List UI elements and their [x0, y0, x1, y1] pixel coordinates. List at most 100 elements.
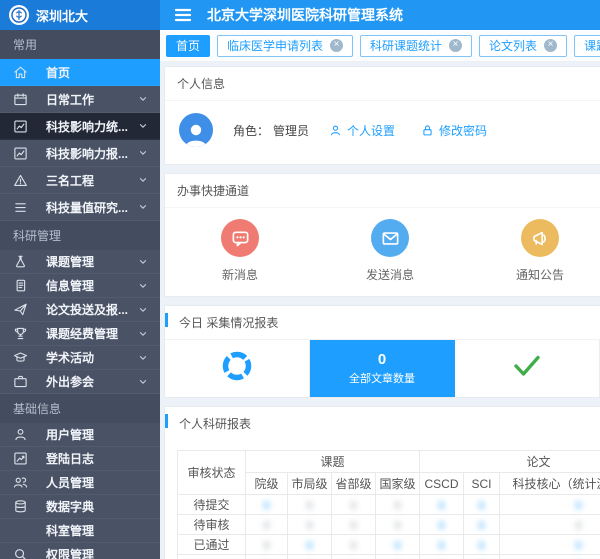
tab[interactable]: 科研课题统计×: [360, 35, 472, 57]
table-cell-blurred[interactable]: 0: [500, 535, 600, 555]
table-cell-blurred[interactable]: 0: [464, 555, 500, 559]
tab-close-icon[interactable]: ×: [544, 39, 557, 52]
tab-close-icon[interactable]: ×: [449, 39, 462, 52]
megaphone-icon: [521, 219, 559, 257]
sidebar-item[interactable]: 登陆日志: [0, 447, 160, 471]
sidebar-item[interactable]: 科室管理: [0, 519, 160, 543]
flask-icon: [13, 254, 29, 269]
sidebar-item[interactable]: 科技影响力统...: [0, 113, 160, 140]
table-cell-blurred[interactable]: 0: [288, 535, 332, 555]
log-chart-icon: [13, 451, 29, 466]
send-icon: [13, 302, 29, 317]
col-header: 省部级: [332, 473, 376, 495]
sidebar-item-label: 课题经费管理: [46, 325, 137, 342]
article-count-card: 0全部文章数量: [310, 340, 455, 397]
col-header: 国家级: [376, 473, 420, 495]
table-cell-blurred[interactable]: 0: [464, 535, 500, 555]
sidebar-item[interactable]: 权限管理: [0, 543, 160, 559]
sidebar-item[interactable]: 信息管理: [0, 274, 160, 298]
trophy-icon: [13, 326, 29, 341]
sidebar-item[interactable]: 外出参会: [0, 370, 160, 394]
quick-channel-label: 新消息: [165, 266, 315, 283]
sidebar-item[interactable]: 人员管理: [0, 471, 160, 495]
search-icon: [13, 547, 29, 559]
quick-channel-item[interactable]: 发送消息: [315, 219, 465, 283]
list-icon: [13, 200, 29, 215]
tab[interactable]: 论文列表 ×: [479, 35, 567, 57]
row-label: 已退回: [178, 555, 246, 559]
table-cell-blurred: 0: [246, 515, 288, 535]
table-cell-blurred[interactable]: 0: [464, 515, 500, 535]
home-icon: [13, 65, 29, 80]
chevron-down-icon: [137, 352, 149, 364]
table-cell-blurred[interactable]: 0: [500, 495, 600, 515]
sidebar-item-label: 论文投送及报...: [46, 301, 137, 318]
table-cell-blurred[interactable]: 0: [420, 535, 464, 555]
tab-label: 论文列表: [489, 37, 537, 54]
sidebar-item[interactable]: 学术活动: [0, 346, 160, 370]
message-icon: [221, 219, 259, 257]
app-logo-area[interactable]: 深圳北大: [0, 0, 160, 30]
report-table: 审核状态课题论文院级市局级省部级国家级CSCDSCI科技核心（统计源）期刊待提交…: [177, 450, 600, 559]
quick-channel-item[interactable]: 通知公告: [465, 219, 600, 283]
table-cell-blurred: 0: [376, 555, 420, 559]
checkmark-icon: [512, 353, 542, 384]
tab[interactable]: 课题费用报表×: [574, 35, 600, 57]
sidebar-item[interactable]: 首页: [0, 59, 160, 86]
success-card: [455, 340, 600, 397]
avatar[interactable]: [179, 113, 213, 147]
table-cell-blurred[interactable]: 0: [420, 495, 464, 515]
table-row: 待审核0000000: [178, 515, 600, 535]
app-logo-text: 深圳北大: [36, 6, 88, 25]
sidebar-item[interactable]: 用户管理: [0, 423, 160, 447]
table-cell-blurred: 0: [376, 495, 420, 515]
col-group-header: 课题: [246, 451, 420, 473]
sidebar-item[interactable]: 科技量值研究...: [0, 194, 160, 221]
sidebar-item[interactable]: 三名工程: [0, 167, 160, 194]
role-value: 管理员: [273, 124, 309, 138]
tab-active[interactable]: 首页: [166, 35, 210, 57]
quick-channel-row: 新消息发送消息通知公告: [165, 208, 600, 296]
sidebar-item[interactable]: 论文投送及报...: [0, 298, 160, 322]
top-bar-main: 北京大学深圳医院科研管理系统: [160, 0, 600, 30]
profile-link-label: 修改密码: [439, 122, 487, 139]
table-cell-blurred[interactable]: 0: [500, 555, 600, 559]
col-header: 科技核心（统计源）期刊: [500, 473, 600, 495]
sidebar-section-title: 科研管理: [0, 221, 160, 250]
article-count-value: 0: [378, 351, 386, 368]
loading-spinner-icon: [220, 349, 254, 388]
col-header-status: 审核状态: [178, 451, 246, 495]
personal-report-panel: 个人科研报表 审核状态课题论文院级市局级省部级国家级CSCDSCI科技核心（统计…: [164, 406, 600, 559]
col-header: 院级: [246, 473, 288, 495]
table-cell-blurred[interactable]: 0: [420, 515, 464, 535]
quick-channel-header: 办事快捷通道: [165, 174, 600, 208]
table-cell-blurred[interactable]: 0: [376, 535, 420, 555]
today-report-header: 今日 采集情况报表: [165, 306, 600, 339]
table-cell-blurred[interactable]: 0: [464, 495, 500, 515]
sidebar-item[interactable]: 课题管理: [0, 250, 160, 274]
hospital-logo-icon: [9, 5, 29, 25]
chevron-down-icon: [137, 304, 149, 316]
sidebar-item-label: 外出参会: [46, 373, 137, 390]
tab-close-icon[interactable]: ×: [330, 39, 343, 52]
today-report-panel: 今日 采集情况报表 0全部文章数量: [164, 305, 600, 398]
sidebar-item[interactable]: 数据字典: [0, 495, 160, 519]
table-cell-blurred[interactable]: 0: [246, 495, 288, 515]
sidebar-item[interactable]: 日常工作: [0, 86, 160, 113]
sidebar-item[interactable]: 科技影响力报...: [0, 140, 160, 167]
sidebar-nav: 常用首页日常工作科技影响力统...科技影响力报...三名工程科技量值研究...科…: [0, 30, 160, 559]
tab-label: 首页: [176, 37, 200, 54]
table-cell-blurred: 0: [376, 515, 420, 535]
graduation-icon: [13, 350, 29, 365]
profile-link[interactable]: 修改密码: [421, 122, 487, 139]
menu-toggle-icon[interactable]: [175, 8, 191, 22]
top-bar: 深圳北大 北京大学深圳医院科研管理系统: [0, 0, 600, 30]
personal-report-header: 个人科研报表: [165, 407, 600, 440]
profile-link[interactable]: 个人设置: [329, 122, 395, 139]
collecting-card: [165, 340, 310, 397]
quick-channel-item[interactable]: 新消息: [165, 219, 315, 283]
tab[interactable]: 临床医学申请列表×: [217, 35, 353, 57]
sidebar-item[interactable]: 课题经费管理: [0, 322, 160, 346]
sidebar-item-label: 登陆日志: [46, 450, 149, 467]
quick-channel-label: 通知公告: [465, 266, 600, 283]
